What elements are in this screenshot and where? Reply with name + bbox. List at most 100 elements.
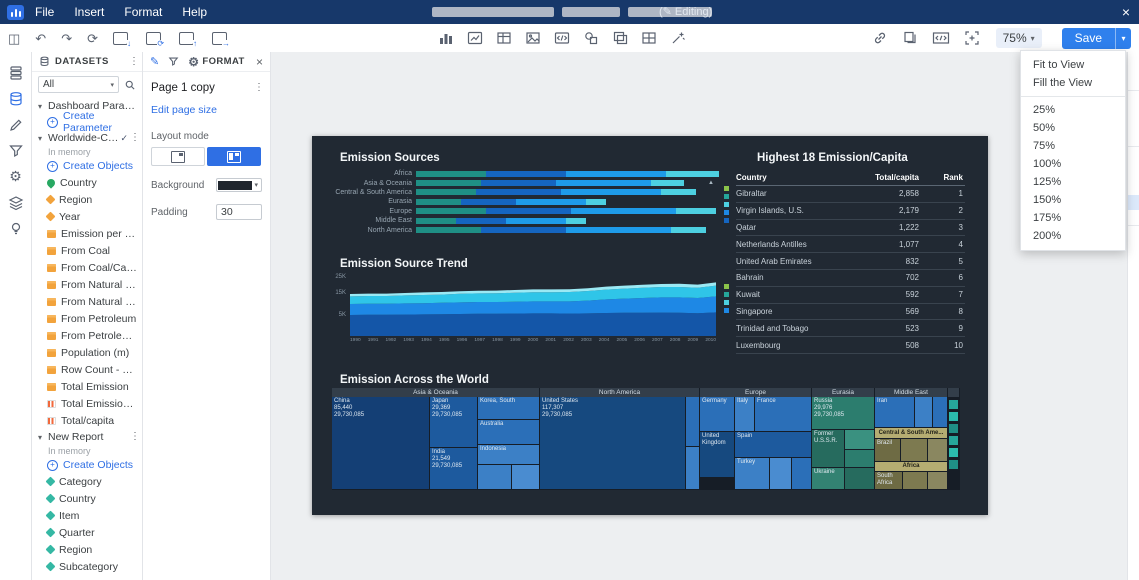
html-widget-icon[interactable] [554, 30, 570, 46]
settings-rail-icon[interactable]: ⚙ [5, 166, 27, 187]
legend-swatch[interactable] [724, 186, 729, 191]
dataset-field-item[interactable]: From Petroleum [32, 310, 142, 327]
dataset-field-item[interactable]: Quarter [32, 524, 142, 541]
zoom-menu-item[interactable]: 100% [1021, 155, 1125, 173]
padding-input[interactable] [216, 204, 262, 220]
zoom-menu-item[interactable]: 150% [1021, 191, 1125, 209]
dataset-field-item[interactable]: From Coal/Capita [32, 259, 142, 276]
legend-swatch[interactable] [724, 218, 729, 223]
scroll-up-icon[interactable]: ▲ [708, 180, 714, 186]
filter-tab-icon[interactable] [168, 56, 179, 67]
tree-create-action[interactable]: +Create Objects [32, 158, 142, 174]
layout-mode-float-button[interactable] [151, 147, 205, 166]
kebab-menu-icon[interactable]: ⋮ [130, 432, 138, 442]
legend-swatch[interactable] [724, 210, 729, 215]
edit-page-size-link[interactable]: Edit page size [151, 104, 217, 116]
focus-view-icon[interactable] [964, 30, 980, 46]
upload-dataset-icon[interactable]: ↑ [179, 32, 194, 45]
refresh-icon[interactable]: ⟳ [87, 32, 98, 45]
zoom-menu-item[interactable]: 175% [1021, 209, 1125, 227]
dataset-field-item[interactable]: Row Count - Wor... [32, 361, 142, 378]
widget-emission-across-world[interactable]: Emission Across the World Asia & Oceania… [328, 366, 980, 498]
dataset-filter-select[interactable]: All ▾ [38, 76, 119, 93]
dataset-field-item[interactable]: Population (m) [32, 344, 142, 361]
dataset-field-item[interactable]: From Petroleum/... [32, 327, 142, 344]
design-canvas[interactable]: Emission Sources AfricaAsia & OceaniaCen… [271, 52, 1127, 580]
caret-down-icon[interactable]: ▾ [38, 102, 48, 111]
dataset-field-item[interactable]: Year [32, 208, 142, 225]
layout-grid-icon[interactable] [641, 30, 657, 46]
zoom-menu-item[interactable]: 50% [1021, 119, 1125, 137]
app-logo-icon[interactable] [7, 5, 24, 20]
kebab-menu-icon[interactable]: ⋮ [129, 57, 137, 67]
dataset-field-item[interactable]: Category [32, 473, 142, 490]
redo-icon[interactable]: ↷ [61, 32, 72, 45]
panel-toggle-icon[interactable]: ◫ [8, 32, 20, 45]
kebab-menu-icon[interactable]: ⋮ [130, 133, 138, 143]
background-color-picker[interactable]: ▾ [216, 178, 262, 192]
zoom-menu-item[interactable]: Fill the View [1021, 74, 1125, 92]
caret-down-icon[interactable]: ▾ [38, 433, 48, 442]
dataset-field-item[interactable]: Emission per Cap... [32, 225, 142, 242]
datasets-rail-icon[interactable] [5, 88, 27, 109]
legend-swatch[interactable] [724, 202, 729, 207]
dataset-field-item[interactable]: Total Emission R... [32, 395, 142, 412]
legend-swatch[interactable] [724, 300, 729, 305]
zoom-menu-item[interactable]: 125% [1021, 173, 1125, 191]
caret-down-icon[interactable]: ▾ [38, 134, 48, 143]
new-dataset-icon[interactable]: ↓ [113, 32, 128, 45]
edit-tab-icon[interactable]: ✎ [150, 55, 159, 68]
tree-create-action[interactable]: +Create Objects [32, 457, 142, 473]
export-page-icon[interactable]: → [212, 32, 227, 45]
zoom-menu-item[interactable]: Fit to View [1021, 56, 1125, 74]
tree-create-action[interactable]: +Create Parameter [32, 114, 142, 130]
widget-emission-sources[interactable]: Emission Sources AfricaAsia & OceaniaCen… [328, 144, 728, 248]
legend-swatch[interactable] [724, 194, 729, 199]
dataset-field-item[interactable]: From Coal [32, 242, 142, 259]
dataset-field-item[interactable]: Country [32, 490, 142, 507]
dataset-field-item[interactable]: Total Emission [32, 378, 142, 395]
filter-rail-icon[interactable] [5, 140, 27, 161]
duplicate-widget-icon[interactable] [612, 30, 628, 46]
zoom-menu-item[interactable]: 75% [1021, 137, 1125, 155]
save-options-caret[interactable]: ▾ [1115, 28, 1131, 49]
legend-swatch[interactable] [724, 308, 729, 313]
widget-emission-capita-table[interactable]: Highest 18 Emission/Capita CountryTotal/… [736, 144, 968, 356]
dataset-field-item[interactable]: Subcategory [32, 558, 142, 575]
copy-icon[interactable] [902, 30, 918, 46]
close-panel-icon[interactable]: × [256, 55, 263, 69]
tab-format[interactable]: ⚙ FORMAT [188, 56, 245, 68]
dataset-field-item[interactable]: From Natural Gas [32, 276, 142, 293]
dataset-field-item[interactable]: Total/capita [32, 412, 142, 429]
menu-item-insert[interactable]: Insert [74, 5, 104, 19]
menu-item-format[interactable]: Format [124, 5, 162, 19]
dataset-field-item[interactable]: Item [32, 507, 142, 524]
legend-swatch[interactable] [724, 292, 729, 297]
undo-icon[interactable]: ↶ [35, 32, 46, 45]
dataset-tree-group[interactable]: ▾Worldwide-CO...✓⋮ [32, 130, 142, 146]
dataset-field-item[interactable]: Region [32, 191, 142, 208]
dataset-field-item[interactable]: Country [32, 174, 142, 191]
dataset-tree-group[interactable]: ▾New Report⋮ [32, 429, 142, 445]
magic-wand-icon[interactable] [670, 30, 686, 46]
dataset-field-item[interactable]: From Natural Ga... [32, 293, 142, 310]
edit-rail-icon[interactable] [5, 114, 27, 135]
kpi-widget-icon[interactable] [467, 30, 483, 46]
dataset-field-item[interactable]: Region [32, 541, 142, 558]
close-icon[interactable]: × [1122, 2, 1130, 22]
shapes-icon[interactable] [583, 30, 599, 46]
layers-rail-icon[interactable] [5, 192, 27, 213]
menu-item-file[interactable]: File [35, 5, 54, 19]
zoom-menu-item[interactable]: 200% [1021, 227, 1125, 245]
image-widget-icon[interactable] [525, 30, 541, 46]
search-icon[interactable] [124, 79, 136, 91]
table-widget-icon[interactable] [496, 30, 512, 46]
link-icon[interactable] [872, 30, 888, 46]
column-chart-icon[interactable] [438, 30, 454, 46]
widgets-rail-icon[interactable] [5, 62, 27, 83]
widget-emission-source-trend[interactable]: Emission Source Trend 25K 15K 5K 1990199… [328, 250, 728, 354]
zoom-level-control[interactable]: 75% ▾ [996, 28, 1042, 48]
dashboard-preview[interactable]: Emission Sources AfricaAsia & OceaniaCen… [312, 136, 988, 515]
menu-item-help[interactable]: Help [182, 5, 207, 19]
zoom-menu-item[interactable]: 25% [1021, 101, 1125, 119]
